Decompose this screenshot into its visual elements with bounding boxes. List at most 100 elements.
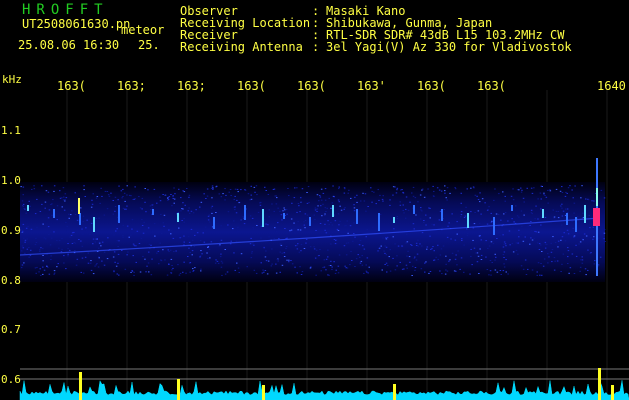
noise-dot [530, 221, 532, 222]
noise-dot [189, 271, 191, 273]
noise-dot [134, 231, 136, 233]
noise-dot [126, 194, 128, 196]
noise-dot [208, 248, 211, 250]
noise-dot [268, 236, 270, 238]
noise-dot [433, 250, 435, 252]
noise-dot [406, 234, 408, 235]
noise-dot [131, 228, 133, 230]
noise-dot [380, 245, 382, 247]
band-background [20, 182, 605, 282]
noise-dot [24, 252, 26, 254]
noise-dot [322, 203, 324, 205]
noise-dot [478, 235, 481, 237]
noise-dot [157, 250, 160, 252]
noise-dot [22, 203, 25, 205]
echo-streak [93, 217, 95, 232]
noise-dot [441, 226, 444, 228]
noise-dot [451, 252, 454, 254]
noise-dot [133, 198, 135, 200]
noise-dot [579, 266, 582, 268]
noise-dot [170, 233, 172, 235]
noise-dot [250, 185, 252, 187]
noise-dot [571, 189, 573, 191]
noise-dot [445, 255, 447, 257]
noise-dot [399, 229, 401, 231]
noise-dot [44, 238, 47, 240]
noise-dot [330, 260, 332, 262]
noise-dot [365, 236, 367, 238]
noise-dot [252, 242, 254, 244]
noise-dot [219, 256, 222, 258]
echo-streak [393, 217, 395, 223]
noise-dot [412, 195, 415, 197]
noise-dot [145, 211, 147, 213]
noise-dot [233, 252, 235, 254]
noise-dot [411, 192, 413, 194]
noise-dot [593, 236, 595, 238]
noise-dot [337, 265, 340, 267]
noise-dot [345, 242, 348, 244]
noise-dot [425, 261, 427, 263]
noise-dot [498, 226, 500, 228]
noise-dot [224, 249, 226, 250]
noise-dot [39, 249, 41, 251]
noise-dot [440, 248, 443, 250]
noise-dot [290, 260, 292, 261]
noise-dot [61, 238, 63, 240]
noise-dot [187, 256, 189, 257]
noise-dot [587, 199, 590, 201]
noise-dot [540, 263, 542, 264]
noise-dot [207, 219, 210, 221]
noise-dot [578, 243, 580, 245]
noise-dot [264, 270, 267, 271]
noise-dot [81, 228, 83, 230]
noise-dot [227, 224, 229, 226]
noise-dot [127, 251, 129, 253]
noise-dot [423, 196, 426, 198]
noise-dot [190, 210, 193, 212]
noise-dot [544, 216, 547, 218]
noise-dot [103, 214, 106, 216]
noise-dot [463, 217, 466, 218]
noise-dot [42, 255, 44, 256]
noise-dot [433, 190, 435, 192]
noise-dot [207, 247, 209, 248]
noise-dot [372, 226, 374, 228]
noise-dot [603, 229, 606, 231]
noise-dot [300, 244, 303, 246]
noise-dot [573, 212, 575, 214]
noise-dot [95, 264, 97, 266]
noise-dot [365, 210, 367, 212]
noise-dot [78, 239, 80, 240]
noise-dot [324, 188, 327, 190]
noise-dot [481, 198, 484, 200]
noise-dot [103, 264, 106, 266]
noise-dot [323, 259, 326, 261]
noise-dot [250, 237, 252, 239]
noise-dot [87, 252, 90, 254]
noise-dot [236, 199, 238, 201]
noise-dot [392, 257, 394, 259]
noise-dot [490, 212, 492, 214]
noise-dot [429, 235, 431, 237]
noise-dot [147, 227, 150, 229]
noise-dot [384, 245, 386, 247]
noise-dot [33, 188, 36, 190]
noise-dot [337, 272, 340, 274]
noise-dot [214, 262, 217, 264]
noise-dot [366, 257, 369, 259]
noise-dot [385, 237, 387, 239]
noise-dot [540, 185, 543, 187]
noise-dot [174, 193, 176, 195]
noise-dot [360, 200, 362, 202]
noise-dot [151, 230, 154, 232]
noise-dot [164, 259, 166, 261]
echo-streak [413, 205, 415, 214]
noise-dot [251, 251, 253, 253]
noise-dot [287, 188, 289, 189]
noise-dot [90, 222, 93, 224]
noise-dot [140, 237, 143, 239]
noise-dot [69, 249, 71, 251]
noise-dot [279, 243, 282, 245]
noise-dot [521, 225, 523, 227]
